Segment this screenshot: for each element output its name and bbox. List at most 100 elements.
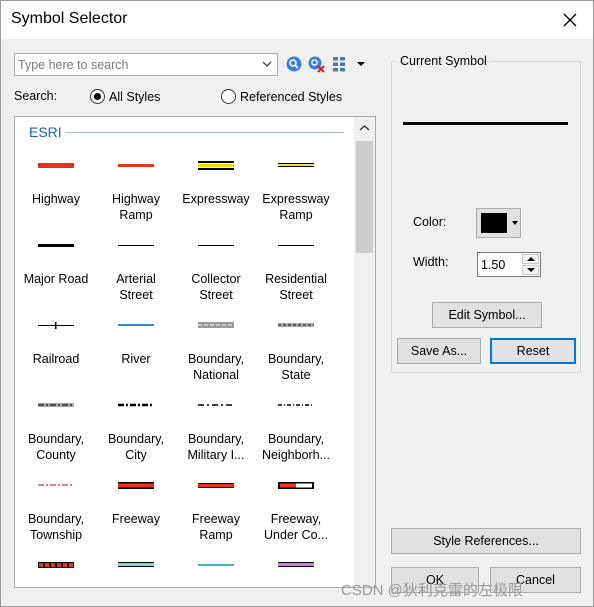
clear-search-button[interactable]: [307, 55, 325, 73]
symbol-label: Major Road: [23, 272, 89, 286]
reset-button[interactable]: Reset: [490, 338, 576, 364]
symbol-gallery: ESRI Highway Highway Ramp Expressway Expres…: [14, 116, 376, 588]
symbol-label: Freeway Ramp: [192, 512, 240, 542]
save-as-button[interactable]: Save As...: [397, 338, 481, 364]
symbol-swatch: [276, 479, 316, 491]
symbol-swatch: [116, 559, 156, 571]
symbol-item[interactable]: Boundary, City: [96, 389, 176, 469]
symbol-item[interactable]: Freeway Ramp: [176, 469, 256, 549]
symbol-swatch: [196, 399, 236, 411]
view-options-button[interactable]: [332, 55, 366, 73]
search-go-button[interactable]: [285, 55, 303, 73]
symbol-label: Boundary, Military I...: [187, 432, 245, 462]
title-bar: Symbol Selector: [1, 1, 593, 39]
symbol-swatch: [36, 399, 76, 411]
clear-search-icon: [308, 56, 325, 73]
symbol-swatch: [276, 159, 316, 171]
symbol-label: Expressway: [182, 192, 250, 206]
symbol-label: Boundary, County: [27, 432, 85, 462]
edit-symbol-button[interactable]: Edit Symbol...: [432, 302, 542, 328]
color-label: Color:: [413, 215, 447, 229]
symbol-item[interactable]: Boundary, State: [256, 309, 336, 389]
style-group-title: ESRI: [29, 124, 62, 140]
symbol-swatch: [196, 559, 236, 571]
symbol-swatch: [276, 319, 316, 331]
current-symbol-label: Current Symbol: [397, 54, 490, 68]
symbol-item[interactable]: [96, 549, 176, 587]
radio-referenced-styles[interactable]: Referenced Styles: [221, 89, 342, 104]
symbol-item[interactable]: [176, 549, 256, 587]
symbol-swatch: [196, 159, 236, 171]
dropdown-arrow-icon: [512, 221, 518, 225]
radio-all-styles[interactable]: All Styles: [90, 89, 160, 104]
scroll-thumb[interactable]: [356, 141, 373, 253]
symbol-item[interactable]: Railroad: [16, 309, 96, 389]
symbol-swatch: [196, 239, 236, 251]
symbol-label: Boundary, National: [187, 352, 245, 382]
watermark: CSDN @狄利克雷的左极限: [341, 582, 523, 599]
window-title: Symbol Selector: [11, 10, 128, 27]
symbol-item[interactable]: Expressway Ramp: [256, 149, 336, 229]
symbol-label: Expressway Ramp: [262, 192, 330, 222]
symbol-swatch: [36, 159, 76, 171]
width-input[interactable]: [478, 253, 522, 276]
symbol-item[interactable]: Highway: [16, 149, 96, 229]
symbol-item[interactable]: Freeway: [96, 469, 176, 549]
symbol-label: Freeway: [112, 512, 160, 526]
symbol-item[interactable]: Major Road: [16, 229, 96, 309]
symbol-label: Railroad: [32, 352, 80, 366]
symbol-label: Highway Ramp: [112, 192, 160, 222]
symbol-swatch: [276, 239, 316, 251]
symbol-selector-window: Symbol Selector Type here to search Sear…: [0, 0, 594, 607]
symbol-preview: [403, 122, 568, 125]
symbol-swatch: [116, 399, 156, 411]
symbol-item[interactable]: Highway Ramp: [96, 149, 176, 229]
search-input[interactable]: [15, 54, 257, 75]
symbol-item[interactable]: River: [96, 309, 176, 389]
symbol-label: Residential Street: [265, 272, 327, 302]
symbol-label: Boundary, City: [107, 432, 165, 462]
symbol-swatch: [36, 239, 76, 251]
symbol-item[interactable]: Boundary, Township: [16, 469, 96, 549]
symbol-item[interactable]: Boundary, Military I...: [176, 389, 256, 469]
symbol-item[interactable]: Collector Street: [176, 229, 256, 309]
symbol-label: Boundary, Neighborh...: [261, 432, 331, 462]
symbol-swatch: [276, 559, 316, 571]
radio-label: All Styles: [109, 89, 161, 104]
radio-indicator: [221, 89, 236, 104]
scroll-up-button[interactable]: [354, 119, 375, 137]
symbol-item[interactable]: Boundary, Neighborh...: [256, 389, 336, 469]
symbol-item[interactable]: [16, 549, 96, 587]
spin-down-button[interactable]: [522, 265, 539, 275]
symbol-item[interactable]: Residential Street: [256, 229, 336, 309]
symbol-label: Boundary, Township: [27, 512, 85, 542]
symbol-item[interactable]: Freeway, Under Co...: [256, 469, 336, 549]
symbol-swatch: [116, 239, 156, 251]
close-icon: [563, 13, 577, 27]
symbol-item[interactable]: Boundary, County: [16, 389, 96, 469]
search-scope-label: Search:: [14, 89, 58, 103]
close-button[interactable]: [555, 5, 585, 35]
symbol-swatch: [196, 319, 236, 331]
style-references-button[interactable]: Style References...: [391, 528, 581, 554]
symbol-label: Highway: [32, 192, 80, 206]
symbol-swatch: [196, 479, 236, 491]
symbol-item[interactable]: Expressway: [176, 149, 256, 229]
color-swatch: [481, 213, 507, 233]
spin-up-button[interactable]: [522, 254, 539, 264]
symbol-item[interactable]: Boundary, National: [176, 309, 256, 389]
symbol-swatch: [36, 319, 76, 331]
symbol-item[interactable]: [256, 549, 336, 587]
symbol-swatch: [36, 559, 76, 571]
gallery-scrollbar[interactable]: [354, 117, 375, 587]
symbol-swatch: [36, 479, 76, 491]
group-divider: [65, 132, 344, 133]
search-box: [14, 53, 278, 76]
symbol-item[interactable]: Arterial Street: [96, 229, 176, 309]
symbol-swatch: [116, 319, 156, 331]
symbol-swatch: [116, 479, 156, 491]
search-dropdown-button[interactable]: [257, 54, 277, 75]
color-picker-button[interactable]: [476, 208, 521, 238]
width-spinner: [477, 252, 541, 277]
radio-label: Referenced Styles: [240, 89, 343, 104]
